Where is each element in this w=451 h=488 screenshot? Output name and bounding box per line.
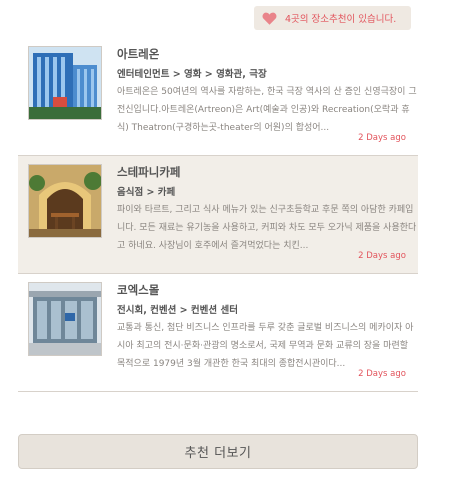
place-list: 아트레온 엔터테인먼트 > 영화 > 영화관, 극장 아트레온은 50여년의 역…: [18, 38, 418, 392]
place-item-coex-mall[interactable]: 코엑스몰 전시회, 컨벤션 > 컨벤션 센터 교통과 통신, 첨단 비즈니스 인…: [18, 274, 418, 392]
place-description: 파이와 타르트, 그리고 식사 메뉴가 있는 신구초등학교 후문 쪽의 아담한 …: [117, 205, 417, 251]
place-category: 엔터테인먼트 > 영화 > 영화관, 극장: [117, 69, 267, 80]
place-item-artreon[interactable]: 아트레온 엔터테인먼트 > 영화 > 영화관, 극장 아트레온은 50여년의 역…: [18, 38, 418, 156]
place-title[interactable]: 코엑스몰: [117, 282, 159, 298]
place-category: 전시회, 컨벤션 > 컨벤션 센터: [117, 305, 238, 316]
place-thumbnail[interactable]: [28, 46, 102, 120]
place-description: 아트레온은 50여년의 역사를 자랑하는, 한국 극장 역사의 산 증인 신영극…: [117, 87, 417, 133]
place-date: 2 Days ago: [358, 369, 406, 379]
place-date: 2 Days ago: [358, 133, 406, 143]
place-category: 음식점 > 카페: [117, 187, 176, 198]
place-item-stephanie-cafe[interactable]: 스테파니카페 음식점 > 카페 파이와 타르트, 그리고 식사 메뉴가 있는 신…: [18, 156, 418, 274]
place-title[interactable]: 아트레온: [117, 46, 159, 62]
place-description: 교통과 통신, 첨단 비즈니스 인프라를 두루 갖춘 글로벌 비즈니스의 메카이…: [117, 323, 414, 369]
place-title[interactable]: 스테파니카페: [117, 164, 180, 180]
place-date: 2 Days ago: [358, 251, 406, 261]
place-thumbnail[interactable]: [28, 282, 102, 356]
heart-icon: [262, 12, 277, 25]
recommendation-count-badge: 4곳의 장소추천이 있습니다.: [254, 6, 411, 30]
more-recommendations-button[interactable]: 추천 더보기: [18, 434, 418, 469]
place-thumbnail[interactable]: [28, 164, 102, 238]
badge-text: 4곳의 장소추천이 있습니다.: [285, 14, 397, 25]
